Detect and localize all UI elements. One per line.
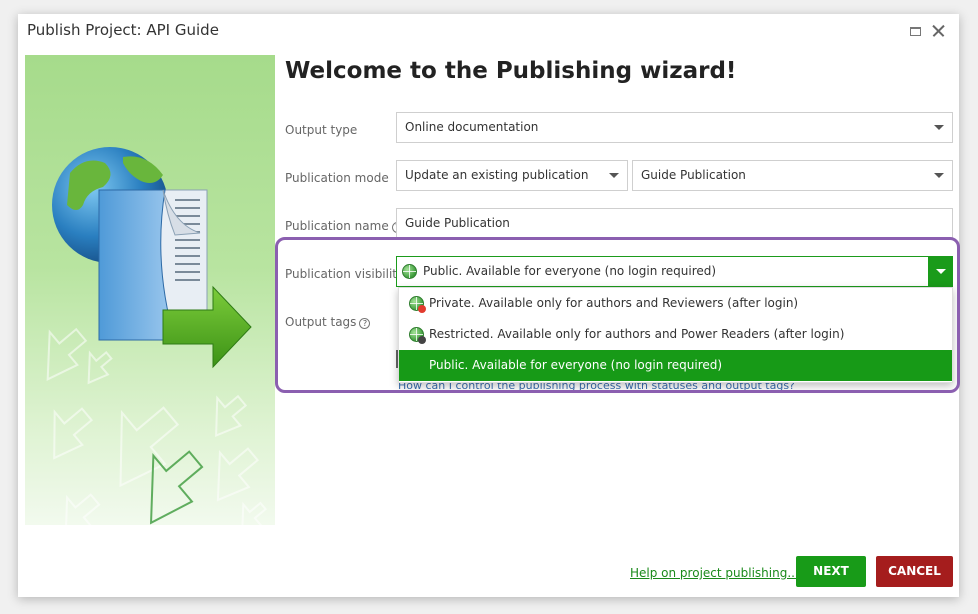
visibility-option-label: Restricted. Available only for authors a… (429, 327, 845, 341)
maximize-icon[interactable] (907, 22, 925, 40)
visibility-option-restricted[interactable]: Restricted. Available only for authors a… (399, 319, 952, 350)
wizard-illustration (25, 55, 275, 525)
target-publication-value: Guide Publication (641, 168, 746, 182)
target-publication-select[interactable]: Guide Publication (632, 160, 953, 191)
output-type-value: Online documentation (405, 120, 539, 134)
wizard-heading: Welcome to the Publishing wizard! (285, 58, 737, 84)
chevron-down-icon (936, 269, 946, 274)
help-icon[interactable]: ? (359, 318, 371, 329)
chevron-down-icon (934, 125, 944, 130)
output-tags-label: Output tags? (285, 315, 371, 329)
globe-restricted-icon (409, 327, 426, 344)
publication-visibility-label: Publication visibility (285, 267, 405, 281)
chevron-down-icon (609, 173, 619, 178)
visibility-option-label: Private. Available only for authors and … (429, 296, 799, 310)
window-title: Publish Project: API Guide (27, 21, 219, 39)
visibility-dropdown-list: Private. Available only for authors and … (398, 287, 953, 383)
publish-dialog: Publish Project: API Guide Welcome to th… (18, 14, 960, 597)
close-icon[interactable] (930, 22, 948, 40)
publication-name-input[interactable]: Guide Publication (396, 208, 953, 239)
output-type-select[interactable]: Online documentation (396, 112, 953, 143)
publication-name-value: Guide Publication (405, 216, 510, 230)
visibility-option-private[interactable]: Private. Available only for authors and … (399, 288, 952, 319)
publication-mode-label: Publication mode (285, 171, 389, 185)
title-bar: Publish Project: API Guide (18, 14, 959, 50)
dropdown-toggle-button[interactable] (928, 256, 953, 287)
output-type-label: Output type (285, 123, 358, 137)
visibility-option-label: Public. Available for everyone (no login… (429, 358, 723, 372)
help-publishing-link[interactable]: Help on project publishing... (630, 566, 799, 580)
visibility-option-public[interactable]: Public. Available for everyone (no login… (399, 350, 952, 381)
next-button[interactable]: NEXT (796, 556, 866, 587)
cancel-button[interactable]: CANCEL (876, 556, 953, 587)
publish-illustration-icon (46, 147, 268, 525)
publication-visibility-value: Public. Available for everyone (no login… (423, 264, 717, 278)
publication-name-label: Publication name? (285, 219, 403, 233)
globe-private-icon (409, 296, 426, 313)
publication-mode-select[interactable]: Update an existing publication (396, 160, 628, 191)
publication-mode-value: Update an existing publication (405, 168, 589, 182)
globe-icon (402, 264, 417, 279)
publication-visibility-select[interactable]: Public. Available for everyone (no login… (396, 256, 953, 287)
chevron-down-icon (934, 173, 944, 178)
